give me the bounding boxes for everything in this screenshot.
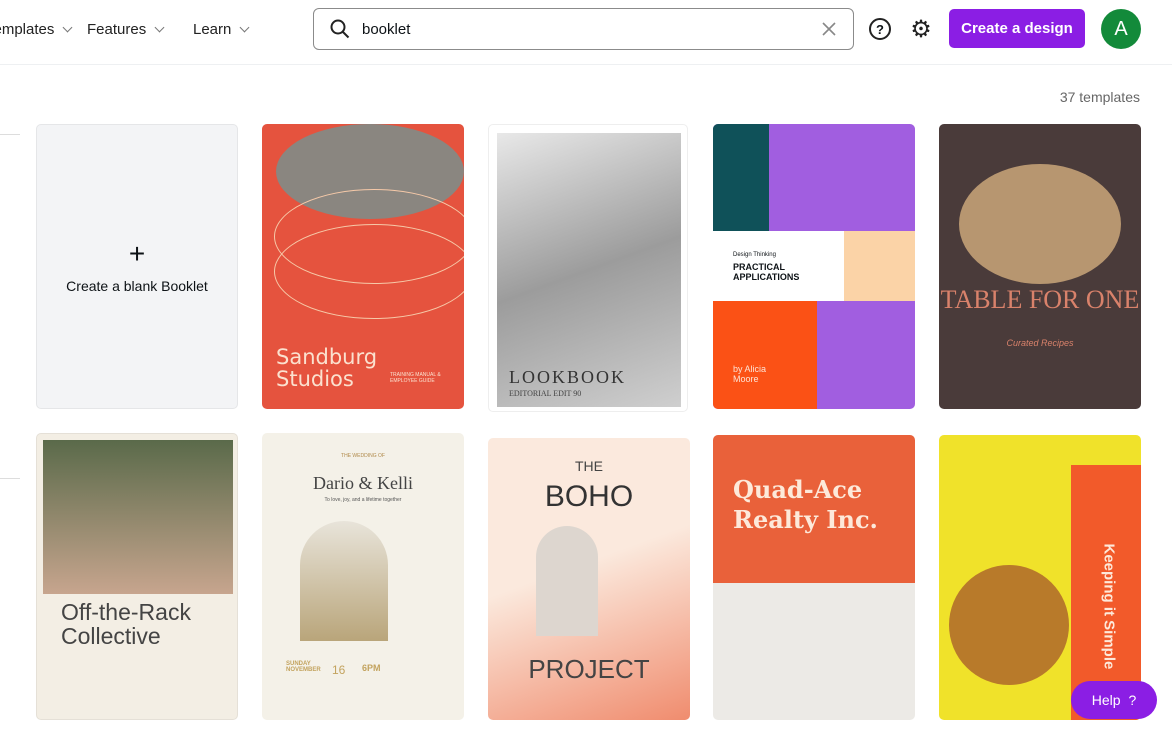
chevron-down-icon: [62, 22, 73, 33]
template-card[interactable]: THE WEDDING OF Dario & Kelli To love, jo…: [262, 433, 464, 720]
template-title: Keeping it Simple: [1100, 543, 1118, 670]
search-input[interactable]: booklet: [313, 8, 854, 50]
question-icon: ?: [1128, 692, 1137, 708]
template-title: LOOKBOOK: [509, 367, 626, 387]
search-value: booklet: [362, 20, 411, 38]
create-design-button[interactable]: Create a design: [949, 9, 1085, 48]
template-kicker: THE WEDDING OF: [341, 453, 385, 459]
template-date: 16: [332, 663, 346, 677]
template-subtitle: Curated Recipes: [1006, 338, 1074, 348]
template-pre: THE: [575, 458, 603, 474]
gear-icon[interactable]: ⚙: [908, 16, 934, 43]
template-title: Dario & Kelli: [313, 473, 413, 493]
nav-features[interactable]: Features: [87, 21, 165, 38]
help-label: Help: [1091, 692, 1121, 708]
template-author: by Alicia Moore: [733, 364, 767, 384]
template-title: Sandburg Studios: [276, 345, 378, 391]
nav-learn[interactable]: Learn: [193, 21, 250, 38]
template-card[interactable]: Off-the-Rack Collective: [36, 433, 238, 720]
template-kicker: Design Thinking: [733, 252, 776, 258]
template-post: PROJECT: [528, 654, 650, 684]
template-title: TABLE FOR ONE: [940, 285, 1140, 314]
create-blank-booklet[interactable]: + Create a blank Booklet: [36, 124, 238, 409]
template-card[interactable]: Keeping it Simple: [939, 435, 1141, 720]
divider: [0, 64, 1172, 65]
divider: [0, 478, 20, 479]
template-title: Quad-Ace Realty Inc.: [733, 475, 878, 534]
template-subtitle: TRAINING MANUAL & EMPLOYEE GUIDE: [390, 372, 441, 384]
template-card[interactable]: LOOKBOOK EDITORIAL EDIT 90: [488, 124, 688, 412]
chevron-down-icon: [154, 22, 165, 33]
template-time: 6PM: [362, 663, 381, 673]
divider: [0, 134, 20, 135]
template-title: Off-the-Rack Collective: [61, 599, 191, 649]
help-icon[interactable]: ?: [869, 18, 891, 40]
template-card[interactable]: Sandburg Studios TRAINING MANUAL & EMPLO…: [262, 124, 464, 409]
blank-label: Create a blank Booklet: [66, 277, 208, 294]
close-icon[interactable]: [822, 22, 836, 36]
template-card[interactable]: THE BOHO PROJECT: [488, 438, 690, 720]
help-button[interactable]: Help?: [1071, 681, 1157, 719]
template-title: BOHO: [544, 480, 634, 513]
nav-label: Learn: [193, 21, 232, 38]
avatar[interactable]: A: [1101, 9, 1141, 49]
template-subtitle: To love, joy, and a lifetime together: [324, 497, 402, 503]
template-count: 37 templates: [1059, 89, 1140, 105]
nav-label: Templates: [0, 21, 55, 38]
template-card[interactable]: Design Thinking PRACTICAL APPLICATIONS b…: [713, 124, 915, 409]
chevron-down-icon: [239, 22, 250, 33]
nav-templates[interactable]: Templates: [0, 21, 73, 38]
search-icon: [330, 19, 350, 39]
template-title: PRACTICAL APPLICATIONS: [733, 262, 800, 282]
template-day: SUNDAY NOVEMBER: [286, 661, 321, 673]
template-card[interactable]: TABLE FOR ONE Curated Recipes: [939, 124, 1141, 409]
plus-icon: +: [128, 237, 146, 269]
template-subtitle: EDITORIAL EDIT 90: [509, 389, 582, 398]
top-bar: Templates Features Learn booklet ? ⚙ Cre…: [0, 0, 1172, 60]
nav-label: Features: [87, 21, 147, 38]
template-card[interactable]: Quad-Ace Realty Inc.: [713, 435, 915, 720]
